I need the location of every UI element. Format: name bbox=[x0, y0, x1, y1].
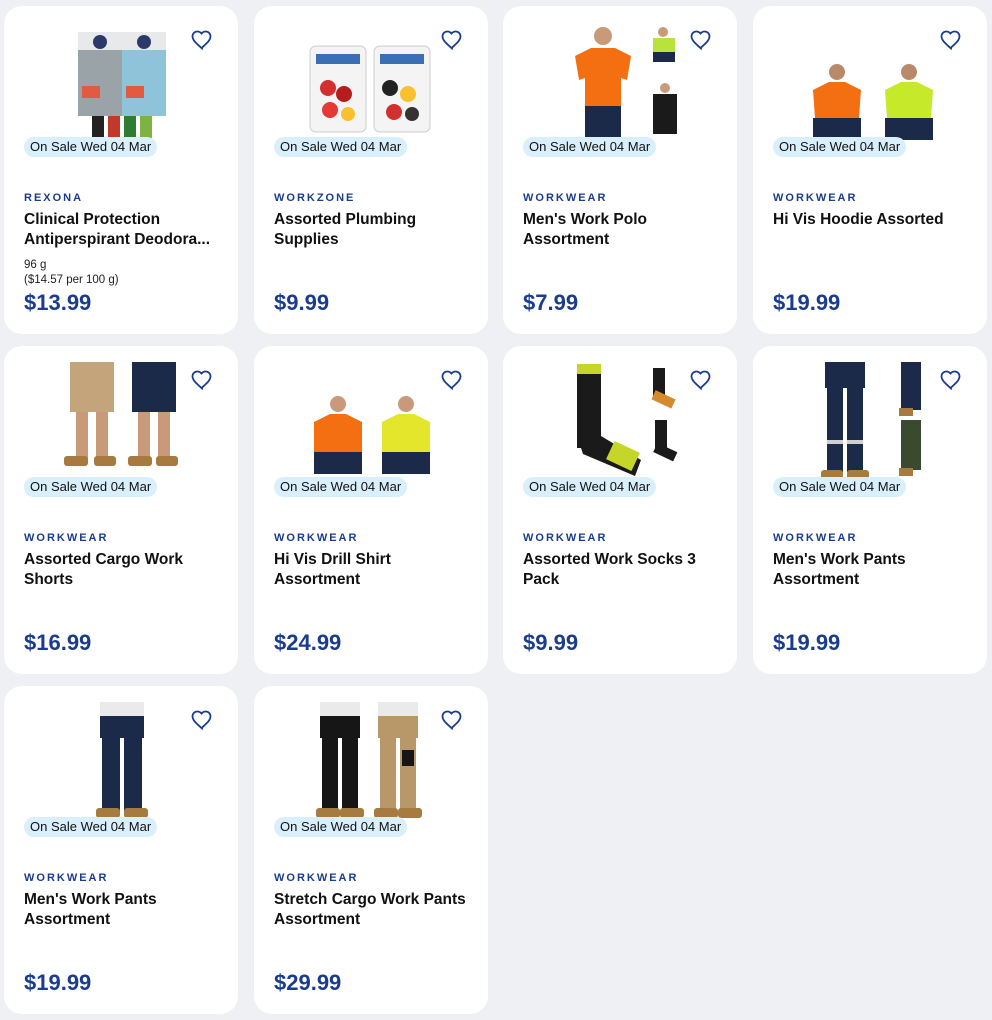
product-image[interactable] bbox=[24, 18, 218, 148]
product-title[interactable]: Assorted Work Socks 3 Pack bbox=[523, 550, 719, 590]
product-card[interactable]: On Sale Wed 04 Mar WORKWEAR Men's Work P… bbox=[503, 6, 737, 334]
product-price: $9.99 bbox=[523, 630, 579, 655]
product-grid: On Sale Wed 04 Mar REXONA Clinical Prote… bbox=[0, 0, 992, 1020]
product-title[interactable]: Assorted Cargo Work Shorts bbox=[24, 550, 220, 590]
product-image[interactable] bbox=[274, 18, 468, 148]
product-brand: WORKZONE bbox=[274, 192, 356, 204]
sale-date-badge: On Sale Wed 04 Mar bbox=[274, 477, 408, 497]
sale-date-badge: On Sale Wed 04 Mar bbox=[24, 137, 158, 157]
product-brand: WORKWEAR bbox=[523, 192, 608, 204]
sale-date-badge: On Sale Wed 04 Mar bbox=[773, 137, 907, 157]
product-brand: WORKWEAR bbox=[773, 192, 858, 204]
product-title[interactable]: Men's Work Pants Assortment bbox=[24, 890, 220, 930]
product-price: $16.99 bbox=[24, 630, 92, 655]
product-card[interactable]: On Sale Wed 04 Mar WORKWEAR Men's Work P… bbox=[753, 346, 987, 674]
product-card[interactable]: On Sale Wed 04 Mar WORKWEAR Hi Vis Drill… bbox=[254, 346, 488, 674]
product-brand: WORKWEAR bbox=[773, 532, 858, 544]
product-title[interactable]: Clinical Protection Antiperspirant Deodo… bbox=[24, 210, 220, 250]
favourite-heart-icon[interactable] bbox=[939, 368, 963, 392]
product-brand: WORKWEAR bbox=[24, 872, 109, 884]
product-size: 96 g ($14.57 per 100 g) bbox=[24, 259, 119, 286]
product-title[interactable]: Hi Vis Hoodie Assorted bbox=[773, 210, 969, 230]
product-card[interactable]: On Sale Wed 04 Mar WORKWEAR Hi Vis Hoodi… bbox=[753, 6, 987, 334]
favourite-heart-icon[interactable] bbox=[190, 708, 214, 732]
product-brand: WORKWEAR bbox=[523, 532, 608, 544]
product-image[interactable] bbox=[24, 698, 218, 828]
product-title[interactable]: Stretch Cargo Work Pants Assortment bbox=[274, 890, 470, 930]
product-image[interactable] bbox=[523, 358, 717, 488]
product-card[interactable]: On Sale Wed 04 Mar WORKZONE Assorted Plu… bbox=[254, 6, 488, 334]
favourite-heart-icon[interactable] bbox=[440, 368, 464, 392]
product-brand: WORKWEAR bbox=[274, 532, 359, 544]
product-card[interactable]: On Sale Wed 04 Mar REXONA Clinical Prote… bbox=[4, 6, 238, 334]
product-price: $9.99 bbox=[274, 290, 330, 315]
product-title[interactable]: Men's Work Pants Assortment bbox=[773, 550, 969, 590]
product-brand: WORKWEAR bbox=[24, 532, 109, 544]
product-card[interactable]: On Sale Wed 04 Mar WORKWEAR Assorted Car… bbox=[4, 346, 238, 674]
product-brand: REXONA bbox=[24, 192, 84, 204]
product-title[interactable]: Hi Vis Drill Shirt Assortment bbox=[274, 550, 470, 590]
product-card[interactable]: On Sale Wed 04 Mar WORKWEAR Men's Work P… bbox=[4, 686, 238, 1014]
sale-date-badge: On Sale Wed 04 Mar bbox=[523, 477, 657, 497]
sale-date-badge: On Sale Wed 04 Mar bbox=[773, 477, 907, 497]
sale-date-badge: On Sale Wed 04 Mar bbox=[24, 817, 158, 837]
product-image[interactable] bbox=[523, 18, 717, 148]
product-image[interactable] bbox=[773, 358, 967, 488]
favourite-heart-icon[interactable] bbox=[190, 28, 214, 52]
sale-date-badge: On Sale Wed 04 Mar bbox=[24, 477, 158, 497]
favourite-heart-icon[interactable] bbox=[689, 28, 713, 52]
product-price: $19.99 bbox=[24, 970, 92, 995]
product-card[interactable]: On Sale Wed 04 Mar WORKWEAR Assorted Wor… bbox=[503, 346, 737, 674]
product-image[interactable] bbox=[274, 698, 468, 828]
sale-date-badge: On Sale Wed 04 Mar bbox=[274, 137, 408, 157]
product-price: $29.99 bbox=[274, 970, 342, 995]
favourite-heart-icon[interactable] bbox=[689, 368, 713, 392]
favourite-heart-icon[interactable] bbox=[440, 708, 464, 732]
favourite-heart-icon[interactable] bbox=[440, 28, 464, 52]
sale-date-badge: On Sale Wed 04 Mar bbox=[523, 137, 657, 157]
product-card[interactable]: On Sale Wed 04 Mar WORKWEAR Stretch Carg… bbox=[254, 686, 488, 1014]
product-price: $7.99 bbox=[523, 290, 579, 315]
product-image[interactable] bbox=[24, 358, 218, 488]
product-price: $24.99 bbox=[274, 630, 342, 655]
product-image[interactable] bbox=[773, 18, 967, 148]
product-title[interactable]: Men's Work Polo Assortment bbox=[523, 210, 719, 250]
favourite-heart-icon[interactable] bbox=[939, 28, 963, 52]
sale-date-badge: On Sale Wed 04 Mar bbox=[274, 817, 408, 837]
favourite-heart-icon[interactable] bbox=[190, 368, 214, 392]
product-price: $19.99 bbox=[773, 630, 841, 655]
product-price: $19.99 bbox=[773, 290, 841, 315]
product-brand: WORKWEAR bbox=[274, 872, 359, 884]
product-price: $13.99 bbox=[24, 290, 92, 315]
product-title[interactable]: Assorted Plumbing Supplies bbox=[274, 210, 470, 250]
product-image[interactable] bbox=[274, 358, 468, 488]
